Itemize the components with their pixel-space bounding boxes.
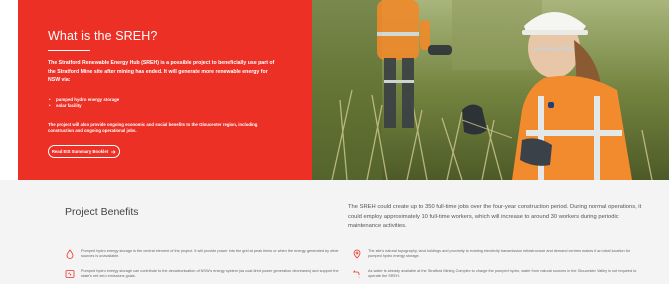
read-eis-summary-button[interactable]: Read EIS Summary Booklet [48,145,120,158]
project-benefits-section: Project Benefits The SREH could create u… [0,180,669,284]
cta-label: Read EIS Summary Booklet [51,149,109,154]
hero-photo-workers-in-field [312,0,669,180]
benefit-text: The site's natural topography, land hold… [368,249,631,259]
benefit-text: Pumped hydro energy storage can contribu… [81,269,339,279]
page: What is the SREH? The Stratford Renewabl… [0,0,669,284]
water-drop-icon [66,249,74,259]
hero-benefits-text: The project will also provide ongoing ec… [48,122,258,134]
benefit-item: Pumped hydro energy storage is the centr… [65,249,345,260]
benefits-title: Project Benefits [65,206,139,218]
benefit-item: As water is already available at the Str… [352,269,642,280]
hero-section: What is the SREH? The Stratford Renewabl… [0,0,669,180]
energy-sources-list: pumped hydro energy storage solar facili… [48,97,280,110]
water-tap-icon [353,270,360,278]
title-divider [48,50,90,51]
benefit-text: Pumped hydro energy storage is the centr… [81,249,339,259]
energy-system-icon [65,270,75,278]
hero-left-margin [0,0,18,180]
arrow-right-icon [111,149,116,154]
location-pin-icon [353,249,361,259]
benefit-text: As water is already available at the Str… [368,269,637,279]
photo-illustration [312,0,669,180]
hero-intro-text: The Stratford Renewable Energy Hub (SREH… [48,60,275,84]
benefit-item: Pumped hydro energy storage can contribu… [65,269,345,280]
hero-title: What is the SREH? [48,29,158,43]
list-item: solar facility [48,103,280,109]
benefits-description: The SREH could create up to 350 full-tim… [348,204,642,230]
benefit-item: The site's natural topography, land hold… [352,249,642,260]
